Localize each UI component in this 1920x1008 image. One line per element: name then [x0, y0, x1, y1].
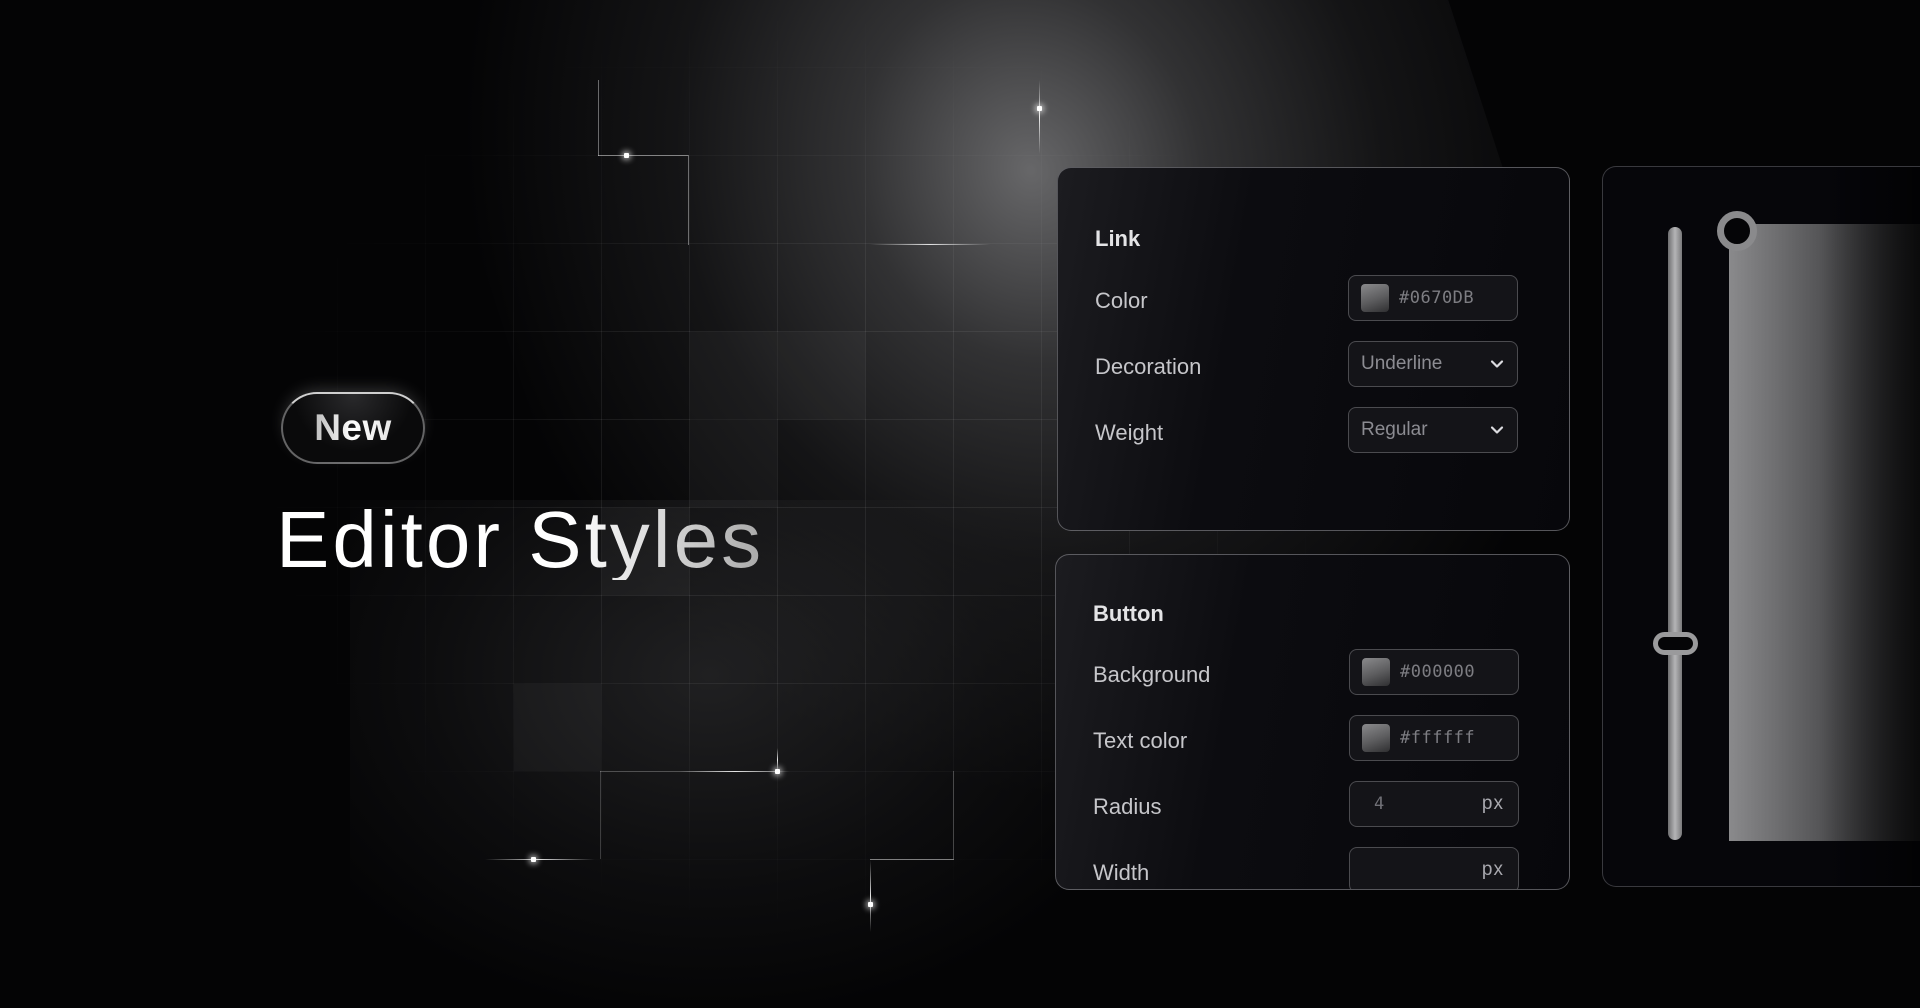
radius-value: 4 — [1374, 794, 1385, 814]
trace-line — [598, 80, 599, 156]
link-color-field[interactable]: #0670DB — [1348, 275, 1518, 321]
text-color-label: Text color — [1093, 728, 1188, 753]
grid-cell-highlight — [778, 332, 865, 419]
vertical-slider-track[interactable] — [1668, 227, 1682, 840]
grid-cell-highlight — [514, 684, 601, 771]
button-settings-panel: Button Background #000000 Text color #ff… — [1055, 554, 1570, 890]
new-badge: New — [281, 392, 425, 464]
chevron-down-icon — [1489, 422, 1505, 438]
sparkle-line — [870, 860, 871, 932]
grid-cell-highlight — [690, 332, 777, 419]
vertical-slider-handle[interactable] — [1653, 632, 1698, 656]
resize-handle[interactable] — [1717, 211, 1757, 251]
trace-line — [600, 771, 601, 859]
button-background-field[interactable]: #000000 — [1349, 649, 1519, 695]
decoration-label: Decoration — [1095, 354, 1202, 379]
trace-line — [598, 155, 688, 156]
sparkle-dot — [775, 769, 780, 774]
sparkle-line — [870, 244, 990, 245]
color-swatch[interactable] — [1362, 658, 1390, 686]
link-panel-title: Link — [1095, 226, 1141, 251]
weight-label: Weight — [1095, 420, 1164, 445]
new-badge-label: New — [314, 407, 392, 448]
button-text-color-field[interactable]: #ffffff — [1349, 715, 1519, 761]
sparkle-dot — [531, 857, 536, 862]
width-label: Width — [1093, 860, 1150, 885]
trace-line — [688, 155, 689, 245]
background-label: Background — [1093, 662, 1211, 687]
width-input[interactable]: px — [1349, 847, 1519, 889]
sparkle-dot — [1037, 106, 1042, 111]
color-swatch[interactable] — [1362, 724, 1390, 752]
width-unit: px — [1481, 859, 1504, 880]
trace-line — [870, 859, 954, 860]
hero-banner: New Editor Styles Link Color #0670DB Dec… — [0, 0, 1920, 1008]
decoration-select[interactable]: Underline — [1348, 341, 1518, 387]
sparkle-line — [485, 859, 595, 860]
weight-value: Regular — [1361, 419, 1428, 440]
page-title: Editor Styles — [276, 495, 765, 584]
grid-cell-highlight — [690, 420, 777, 507]
radius-unit: px — [1481, 793, 1504, 814]
chevron-down-icon — [1489, 356, 1505, 372]
radius-input[interactable]: 4 px — [1349, 781, 1519, 827]
decoration-value: Underline — [1361, 353, 1443, 374]
sparkle-dot — [624, 153, 629, 158]
weight-select[interactable]: Regular — [1348, 407, 1518, 453]
link-settings-panel: Link Color #0670DB Decoration Underline … — [1057, 167, 1570, 531]
radius-label: Radius — [1093, 794, 1162, 819]
color-swatch[interactable] — [1361, 284, 1389, 312]
button-panel-title: Button — [1093, 601, 1164, 626]
link-color-value: #0670DB — [1399, 288, 1475, 308]
button-text-color-value: #ffffff — [1400, 728, 1476, 748]
sparkle-dot — [868, 902, 873, 907]
trace-line — [953, 771, 954, 859]
sparkle-line — [1039, 80, 1040, 154]
sparkle-line — [680, 771, 790, 772]
color-label: Color — [1095, 288, 1148, 313]
style-preview-panel — [1602, 166, 1920, 887]
preview-fade-overlay — [1821, 167, 1920, 886]
button-background-value: #000000 — [1400, 662, 1476, 682]
